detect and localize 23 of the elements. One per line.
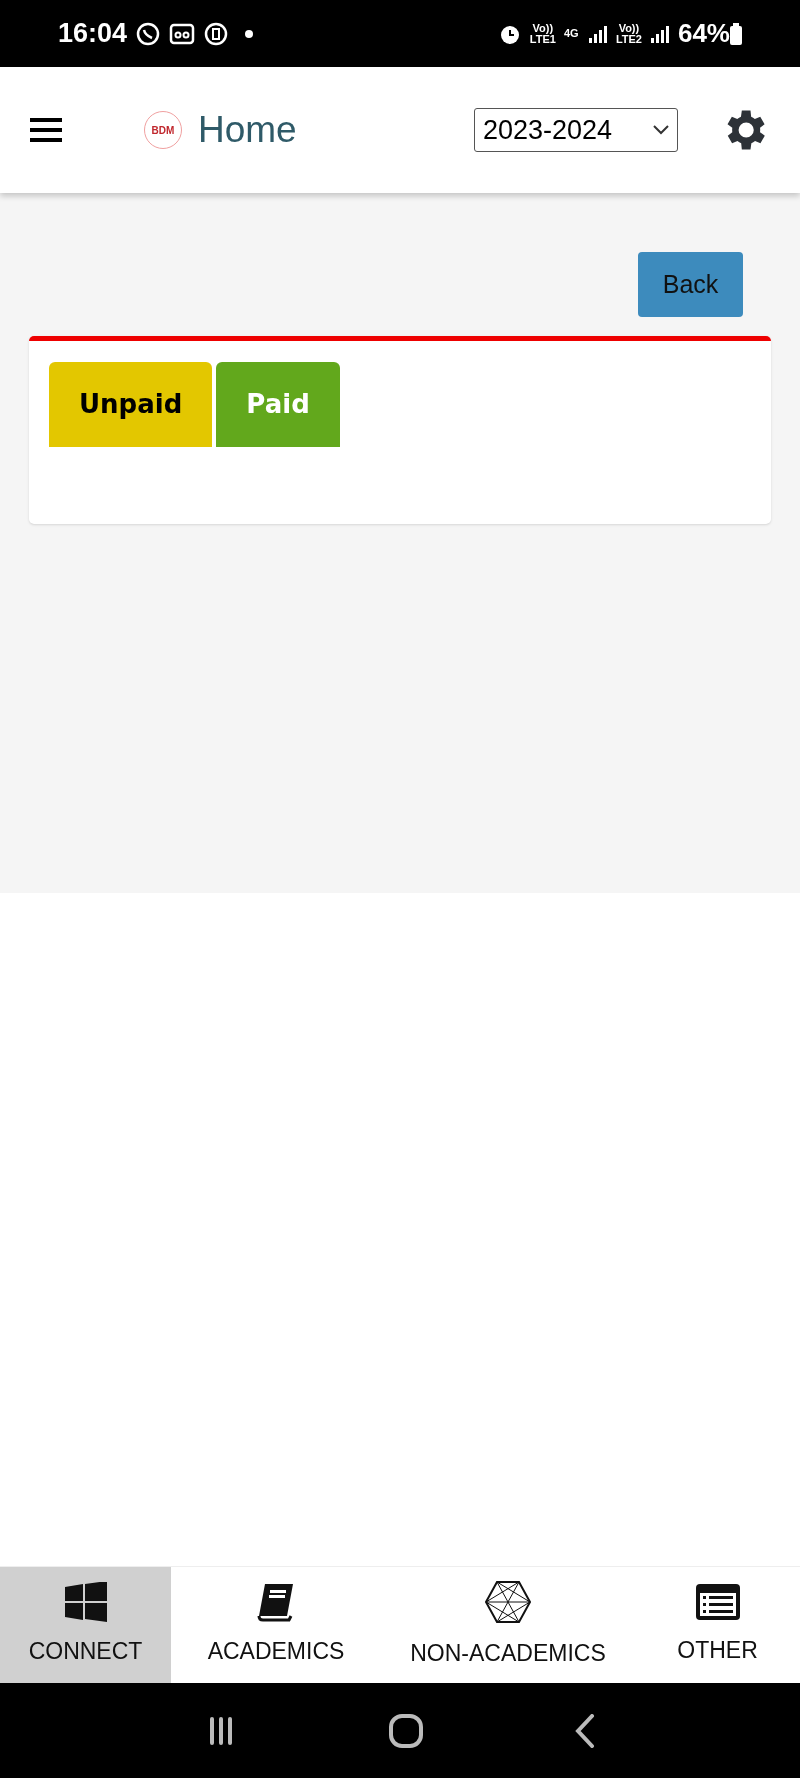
tab[interactable]: Unpaid [49, 362, 213, 447]
nav-tab[interactable]: CONNECT [0, 1567, 171, 1683]
sim-label: Vo)) LTE1 [529, 22, 556, 45]
battery-percent: 64% [677, 17, 730, 50]
hexagon-icon [484, 1579, 532, 1624]
menu-icon[interactable] [30, 116, 62, 144]
voicemail-icon [169, 21, 196, 46]
school-logo: BDM [144, 111, 182, 149]
sim-label: Vo)) LTE2 [615, 22, 642, 45]
clock-time: 16:04 [58, 17, 128, 51]
back-button[interactable]: Back [638, 252, 743, 317]
year-select[interactable]: 2023-2024 [474, 108, 678, 152]
dot-icon [245, 29, 254, 38]
windows-icon [64, 1581, 107, 1622]
network-type: 4G [563, 28, 580, 39]
battery-icon [730, 22, 742, 45]
signal-icon [587, 23, 608, 44]
home-icon[interactable] [388, 1712, 424, 1749]
signal-icon [649, 23, 670, 44]
list-icon [694, 1582, 741, 1621]
back-icon[interactable] [574, 1713, 595, 1748]
chevron-down-icon [653, 125, 669, 135]
page-title: Home [198, 108, 297, 153]
